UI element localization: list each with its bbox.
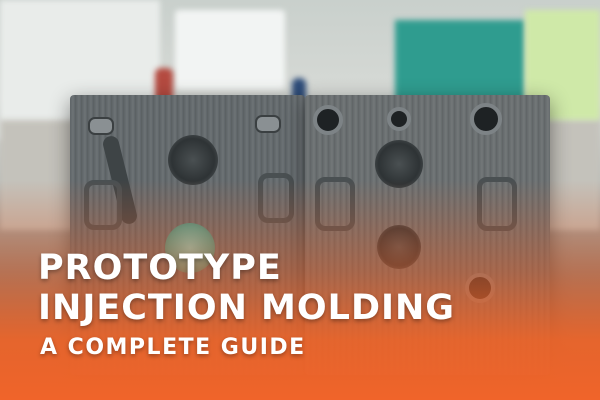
hero-banner: PROTOTYPE INJECTION MOLDING A COMPLETE G… (0, 0, 600, 400)
title-line-1: PROTOTYPE (38, 248, 282, 288)
title-line-2: INJECTION MOLDING (38, 288, 456, 328)
subtitle: A COMPLETE GUIDE (40, 335, 306, 360)
